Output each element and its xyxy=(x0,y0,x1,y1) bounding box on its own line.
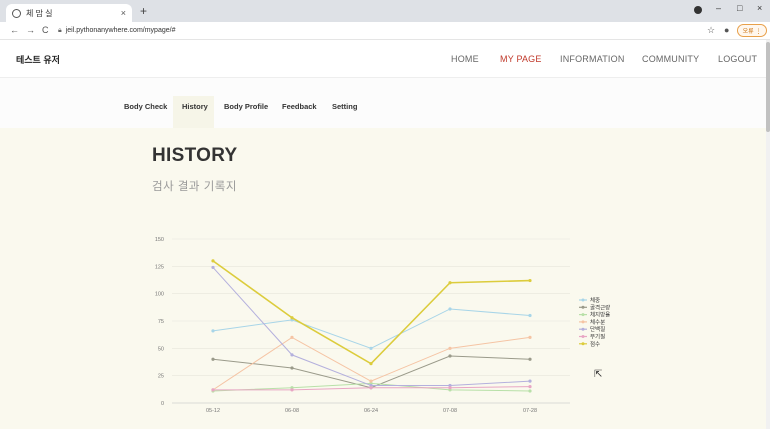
data-point[interactable] xyxy=(211,259,215,263)
nav-logout[interactable]: LOGOUT xyxy=(718,54,757,64)
y-tick-label: 25 xyxy=(158,374,164,380)
data-point[interactable] xyxy=(211,388,215,392)
legend-marker xyxy=(581,313,585,317)
x-tick-label: 06-24 xyxy=(364,408,378,414)
x-tick-label: 07-08 xyxy=(443,408,457,414)
y-tick-label: 150 xyxy=(155,237,164,243)
history-line-chart: 0 25 50 75 100 125 150 05-12 06-08 06-24 07-08 07-2… xyxy=(155,237,610,414)
data-point[interactable] xyxy=(448,354,452,358)
legend-label[interactable]: 골격근량 xyxy=(590,304,610,311)
data-point[interactable] xyxy=(369,346,373,350)
user-brand[interactable]: 테스트 유저 xyxy=(16,53,60,66)
data-point[interactable] xyxy=(528,335,532,339)
back-button[interactable]: ← xyxy=(10,25,19,35)
legend-marker xyxy=(581,298,585,302)
tab-body-profile[interactable]: Body Profile xyxy=(224,102,268,111)
legend-marker xyxy=(581,335,585,338)
series-line xyxy=(212,308,531,349)
mypage-subnav: Body Check History Body Profile Feedback… xyxy=(0,78,766,128)
tab-history[interactable]: History xyxy=(182,102,208,111)
x-tick-label: 06-08 xyxy=(285,408,299,414)
data-point[interactable] xyxy=(290,388,294,392)
close-window-button[interactable]: × xyxy=(757,3,762,13)
data-point[interactable] xyxy=(290,335,294,339)
browser-tab-bar: 체 맘 실 × + – □ × xyxy=(0,0,770,22)
data-point[interactable] xyxy=(211,265,215,270)
data-point[interactable] xyxy=(369,362,373,366)
address-bar: ← → C 🔒︎ jeil.pythonanywhere.com/mypage/#… xyxy=(0,22,770,40)
record-icon[interactable] xyxy=(694,6,702,14)
nav-information[interactable]: INFORMATION xyxy=(560,54,625,64)
y-tick-label: 75 xyxy=(158,319,164,325)
history-section: HISTORY 검사 결과 기록지 0 25 50 75 100 125 150 05-12 0… xyxy=(0,128,766,429)
maximize-button[interactable]: □ xyxy=(737,3,742,13)
tab-feedback[interactable]: Feedback xyxy=(282,102,317,111)
data-point[interactable] xyxy=(528,313,532,318)
minimize-button[interactable]: – xyxy=(716,3,721,13)
legend-marker xyxy=(581,327,585,331)
forward-button[interactable]: → xyxy=(26,25,35,35)
legend-label[interactable]: 단백질 xyxy=(590,325,605,333)
series-line xyxy=(212,267,531,387)
tab-setting[interactable]: Setting xyxy=(332,102,357,111)
browser-tab[interactable]: 체 맘 실 × xyxy=(6,4,132,22)
x-tick-label: 05-12 xyxy=(206,408,220,414)
y-tick-label: 100 xyxy=(155,292,164,298)
url-text: jeil.pythonanywhere.com/mypage/# xyxy=(65,27,176,34)
url-field[interactable]: 🔒︎ jeil.pythonanywhere.com/mypage/# xyxy=(58,25,688,37)
legend-label[interactable]: 무기질 xyxy=(590,333,605,341)
legend-marker xyxy=(581,305,585,309)
data-point[interactable] xyxy=(369,379,373,383)
reload-button[interactable]: C xyxy=(42,25,49,35)
data-point[interactable] xyxy=(448,281,452,285)
legend-label[interactable]: 점수 xyxy=(590,341,600,348)
legend-label[interactable]: 체중 xyxy=(590,296,600,304)
profile-icon[interactable]: ● xyxy=(724,25,729,35)
lock-icon: 🔒︎ xyxy=(58,27,62,34)
data-point[interactable] xyxy=(290,353,294,357)
active-tab-highlight xyxy=(173,96,214,128)
data-point[interactable] xyxy=(211,357,215,361)
data-point[interactable] xyxy=(290,316,294,320)
tab-close-icon[interactable]: × xyxy=(121,8,126,18)
data-point[interactable] xyxy=(290,366,294,370)
data-point[interactable] xyxy=(528,357,532,361)
data-point[interactable] xyxy=(528,385,532,389)
site-header: 테스트 유저 HOME MY PAGE INFORMATION COMMUNIT… xyxy=(0,40,766,78)
data-point[interactable] xyxy=(211,329,215,333)
tab-title: 체 맘 실 xyxy=(26,8,53,18)
y-tick-label: 50 xyxy=(158,346,164,352)
browser-menu-button[interactable]: 오류 ⋮ xyxy=(737,24,767,37)
scrollbar-thumb[interactable] xyxy=(766,42,770,132)
bookmark-star-icon[interactable]: ☆ xyxy=(707,25,715,36)
data-point[interactable] xyxy=(448,346,452,350)
tab-body-check[interactable]: Body Check xyxy=(124,102,167,111)
legend-label[interactable]: 체수분 xyxy=(590,318,605,326)
legend-marker xyxy=(581,320,585,324)
globe-icon xyxy=(12,8,21,18)
legend-marker xyxy=(581,342,585,346)
data-point[interactable] xyxy=(528,278,532,283)
new-tab-button[interactable]: + xyxy=(140,4,147,18)
data-point[interactable] xyxy=(369,386,373,390)
data-point[interactable] xyxy=(448,386,452,390)
data-point[interactable] xyxy=(528,379,532,383)
mouse-cursor-icon: ⇱ xyxy=(594,369,603,380)
nav-home[interactable]: HOME xyxy=(451,54,479,64)
legend-label[interactable]: 체지방율 xyxy=(590,311,610,319)
nav-community[interactable]: COMMUNITY xyxy=(642,54,699,64)
y-tick-label: 125 xyxy=(155,264,164,270)
y-tick-label: 0 xyxy=(161,401,164,407)
data-point[interactable] xyxy=(528,389,532,393)
data-point[interactable] xyxy=(448,307,452,311)
x-tick-label: 07-28 xyxy=(523,408,537,414)
nav-my-page[interactable]: MY PAGE xyxy=(500,54,542,64)
